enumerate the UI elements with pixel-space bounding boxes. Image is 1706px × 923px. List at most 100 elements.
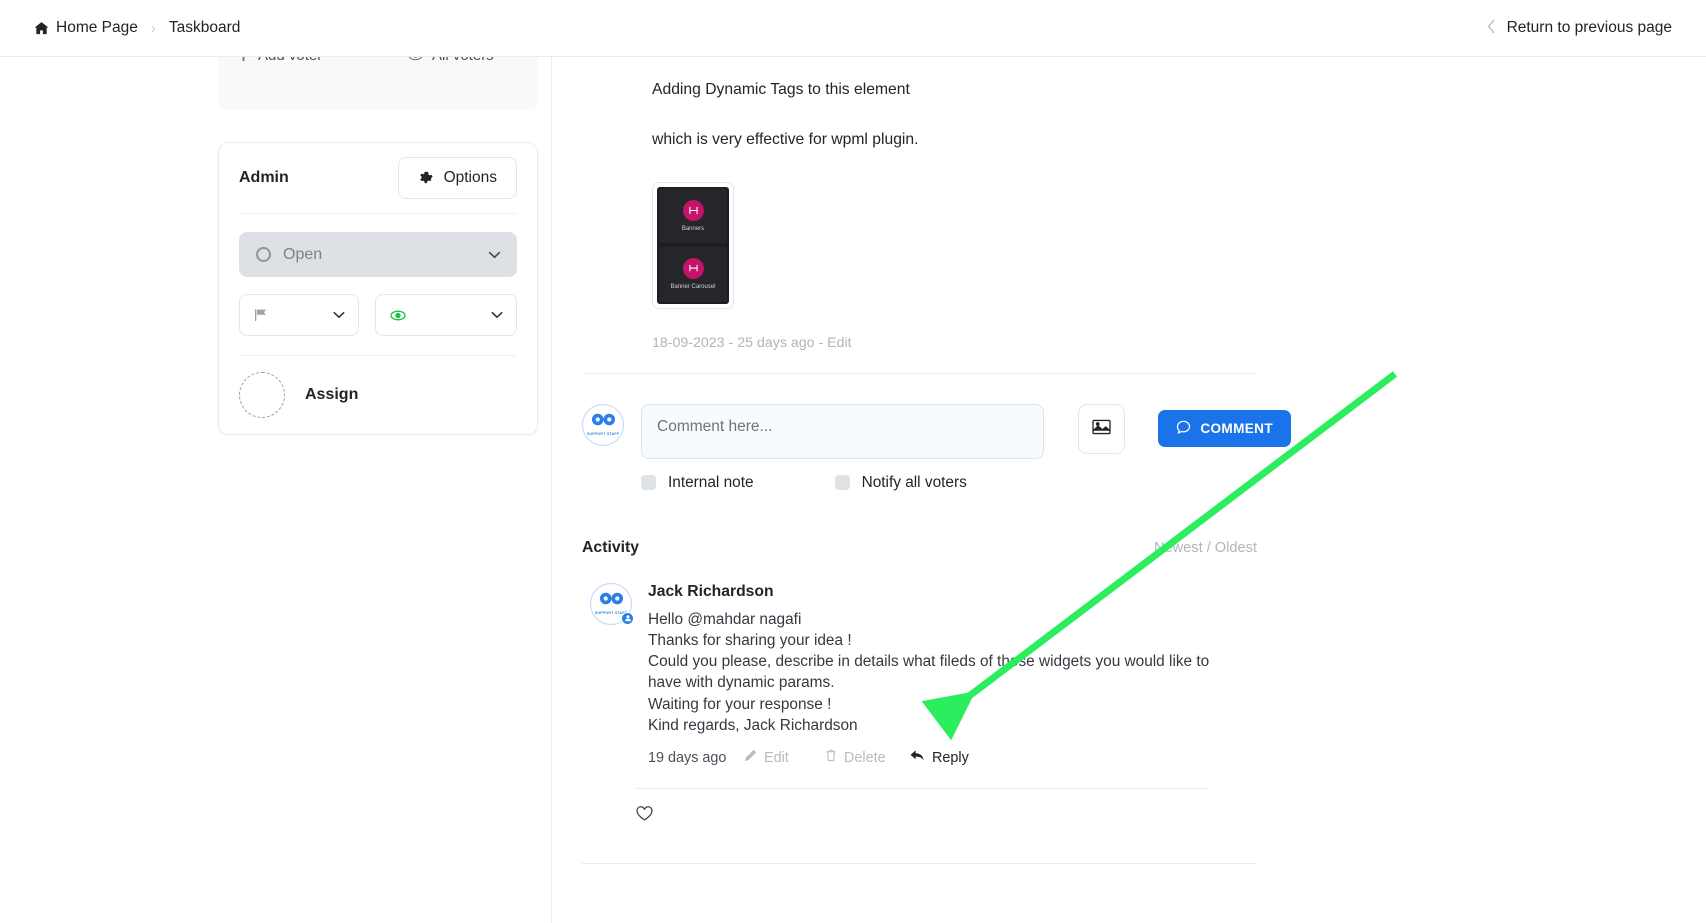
widget-item-banners: Banners [659,188,727,244]
top-bar: Home Page › Taskboard Return to previous… [0,0,1706,57]
comment-author: Jack Richardson [648,582,774,600]
reaction-row [636,806,1291,827]
chevron-down-icon [488,251,501,259]
empty-avatar [239,372,285,418]
comment-composer: SUPPORT STAFF COMMENT [582,403,1291,459]
priority-flag-select[interactable] [239,294,359,336]
comment-time: 19 days ago [648,749,727,766]
options-label: Options [443,169,497,186]
trash-icon [825,749,837,766]
description-paragraph-1: Adding Dynamic Tags to this element [652,81,910,98]
support-staff-badge-icon [621,611,634,625]
breadcrumb-item-taskboard[interactable]: Taskboard [169,19,241,37]
options-button[interactable]: Options [397,157,517,199]
banner-carousel-icon [682,258,704,280]
internal-note-checkbox[interactable]: Internal note [641,474,754,492]
plus-icon [238,57,249,61]
notify-all-voters-label: Notify all voters [861,473,967,491]
sidebar: Add voter All voters Admin Options [218,57,538,435]
meta-separator: - [728,334,734,351]
gear-icon [418,171,433,186]
breadcrumb-item-home[interactable]: Home Page [34,19,138,37]
divider [582,863,1257,865]
comment-bubble-icon [1176,420,1191,437]
meta-separator: - [818,334,824,351]
support-staff-logo-icon [591,413,616,431]
attach-image-button[interactable] [1077,403,1126,454]
return-to-previous-page-link[interactable]: Return to previous page [1487,19,1672,38]
eye-icon [390,310,406,321]
comment-reply-label: Reply [932,749,969,766]
all-voters-label: All voters [432,57,494,64]
activity-comment: SUPPORT STAFF Jack Richardson Hello @mah… [590,582,1245,767]
comment-delete-button[interactable]: Delete [825,749,910,766]
voters-card: Add voter All voters [218,57,538,110]
notify-all-voters-checkbox[interactable]: Notify all voters [834,473,967,492]
comment-edit-button[interactable]: Edit [744,749,825,766]
activity-title: Activity [582,538,640,556]
composer-checkboxes: Internal note Notify all voters [641,474,1291,492]
breadcrumb-separator: › [150,19,156,37]
flag-icon [254,308,268,322]
admin-mini-selects [239,294,517,356]
assign-row[interactable]: Assign [239,356,517,434]
divider [584,372,1256,374]
main-column: Adding Dynamic Tags to this element whic… [551,57,1291,923]
voters-row: Add voter All voters [218,57,538,64]
post-edit-link[interactable]: Edit [827,335,851,351]
comment-reply-button[interactable]: Reply [910,749,969,766]
comment-input[interactable] [641,403,1044,459]
return-label: Return to previous page [1506,19,1672,36]
post-relative-time: 25 days ago [737,334,815,351]
checkbox-box [834,475,850,491]
eye-icon [408,57,423,61]
widget-label: Banners [681,225,705,232]
chevron-left-icon [1487,19,1496,38]
breadcrumb-taskboard-label: Taskboard [168,19,241,36]
page-content: Add voter All voters Admin Options [0,57,1706,923]
activity-header: Activity Newest / Oldest [582,539,1257,557]
avatar-caption: SUPPORT STAFF [586,432,620,437]
breadcrumb-home-label: Home Page [56,19,138,36]
post-date: 18-09-2023 [652,334,725,351]
submit-comment-button[interactable]: COMMENT [1158,409,1291,447]
divider [636,788,1208,790]
image-icon [1092,419,1111,438]
chevron-down-icon [333,311,345,319]
all-voters-button[interactable]: All voters [408,57,494,64]
description-paragraph-2: which is very effective for wpml plugin. [652,131,919,149]
home-icon [34,21,49,36]
widget-label: Banner Carousel [670,284,716,291]
admin-card: Admin Options Open Assign [218,142,538,435]
avatar: SUPPORT STAFF [590,582,634,625]
chevron-down-icon [491,311,503,319]
avatar: SUPPORT STAFF [582,403,624,446]
comment-actions: 19 days ago Edit Delete Reply [648,749,1245,766]
checkbox-box [641,475,656,491]
widget-item-banner-carousel: Banner Carousel [659,247,727,302]
add-voter-button[interactable]: Add voter [238,57,408,64]
attachment-thumbnail[interactable]: Banners Banner Carousel [652,181,734,309]
reply-arrow-icon [910,749,925,766]
comment-text: Hello @mahdar nagafi Thanks for sharing … [648,610,1210,734]
heart-icon[interactable] [636,806,653,822]
assign-label: Assign [305,386,359,403]
circle-icon [256,247,271,262]
status-select[interactable]: Open [239,232,517,277]
support-staff-logo-icon [599,592,624,610]
admin-card-header: Admin Options [239,143,517,214]
breadcrumb: Home Page › Taskboard [34,19,240,37]
post-meta: 18-09-2023 - 25 days ago - Edit [652,335,1291,351]
comment-delete-label: Delete [844,749,886,766]
activity-sort-toggle[interactable]: Newest / Oldest [1154,540,1257,556]
internal-note-label: Internal note [668,473,754,491]
submit-comment-label: COMMENT [1200,420,1273,436]
description: Adding Dynamic Tags to this element whic… [568,78,1291,153]
visibility-select[interactable] [375,294,517,336]
add-voter-label: Add voter [258,57,322,64]
pencil-icon [744,749,757,766]
status-value: Open [283,245,323,263]
comment-edit-label: Edit [764,749,789,766]
comment-body: Jack Richardson Hello @mahdar nagafi Tha… [648,583,1245,767]
banner-icon [682,199,704,221]
